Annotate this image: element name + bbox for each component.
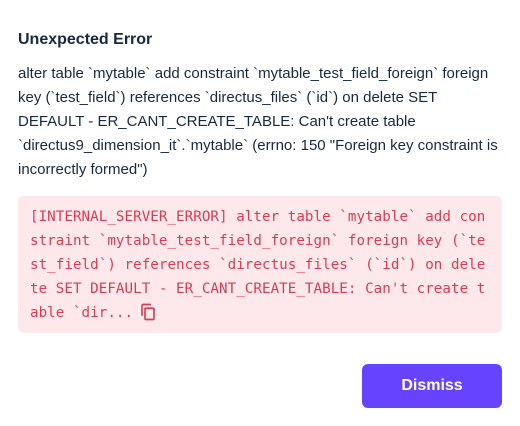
- error-message: alter table `mytable` add constraint `my…: [18, 65, 498, 178]
- error-dialog: Unexpected Error alter table `mytable` a…: [0, 0, 520, 426]
- copy-icon[interactable]: [139, 303, 157, 321]
- error-detail-text: [INTERNAL_SERVER_ERROR] alter table `myt…: [30, 209, 486, 321]
- dialog-title: Unexpected Error: [18, 31, 153, 48]
- dialog-footer: Dismiss: [362, 364, 502, 408]
- dismiss-button[interactable]: Dismiss: [362, 364, 502, 408]
- error-detail-box: [INTERNAL_SERVER_ERROR] alter table `myt…: [18, 196, 502, 333]
